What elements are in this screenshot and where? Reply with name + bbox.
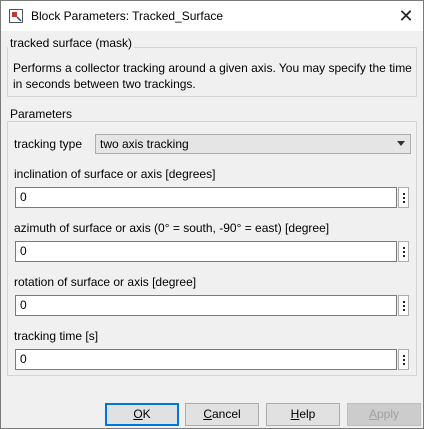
chevron-down-icon xyxy=(397,141,405,146)
dialog-window: Block Parameters: Tracked_Surface ✕ trac… xyxy=(0,0,424,429)
ok-button[interactable]: OK xyxy=(105,403,179,426)
rotation-label: rotation of surface or axis [degree] xyxy=(14,275,197,289)
dot-icon xyxy=(402,254,405,257)
tracking-type-select[interactable]: two axis tracking xyxy=(95,134,411,154)
dot-icon xyxy=(402,192,405,195)
simulink-block-icon xyxy=(9,9,23,23)
close-icon: ✕ xyxy=(398,6,414,26)
dot-icon xyxy=(402,196,405,199)
dot-icon xyxy=(402,362,405,365)
tracking-time-input[interactable]: 0 xyxy=(15,349,397,370)
tracking-type-value: two axis tracking xyxy=(100,137,189,151)
tracking-type-label: tracking type xyxy=(14,137,83,151)
dot-icon xyxy=(402,300,405,303)
dot-icon xyxy=(402,250,405,253)
apply-button[interactable]: Apply xyxy=(347,403,421,426)
mask-group-title: tracked surface (mask) xyxy=(8,36,135,50)
apply-mnemonic: A xyxy=(368,407,377,421)
dot-icon xyxy=(402,246,405,249)
tracking-time-options-button[interactable] xyxy=(398,349,409,370)
dot-icon xyxy=(402,200,405,203)
title-bar[interactable]: Block Parameters: Tracked_Surface ✕ xyxy=(1,1,423,31)
help-button[interactable]: Help xyxy=(266,403,340,426)
cancel-label: ancel xyxy=(211,407,241,421)
mask-description: Performs a collector tracking around a g… xyxy=(13,61,412,91)
help-label: elp xyxy=(299,407,316,421)
azimuth-label: azimuth of surface or axis (0° = south, … xyxy=(14,221,330,235)
ok-mnemonic: O xyxy=(133,407,143,421)
cancel-mnemonic: C xyxy=(203,407,212,421)
inclination-options-button[interactable] xyxy=(398,187,409,208)
dot-icon xyxy=(402,354,405,357)
tracking-time-label: tracking time [s] xyxy=(14,329,99,343)
dot-icon xyxy=(402,358,405,361)
inclination-input[interactable]: 0 xyxy=(15,187,397,208)
close-button[interactable]: ✕ xyxy=(389,1,423,31)
rotation-options-button[interactable] xyxy=(398,295,409,316)
window-title: Block Parameters: Tracked_Surface xyxy=(31,9,224,23)
inclination-label: inclination of surface or axis [degrees] xyxy=(14,167,216,181)
parameters-group-title: Parameters xyxy=(8,107,75,121)
dot-icon xyxy=(402,308,405,311)
ok-label: K xyxy=(142,407,151,421)
cancel-button[interactable]: Cancel xyxy=(185,403,259,426)
rotation-input[interactable]: 0 xyxy=(15,295,397,316)
apply-label: pply xyxy=(377,407,400,421)
azimuth-options-button[interactable] xyxy=(398,241,409,262)
azimuth-input[interactable]: 0 xyxy=(15,241,397,262)
dot-icon xyxy=(402,304,405,307)
